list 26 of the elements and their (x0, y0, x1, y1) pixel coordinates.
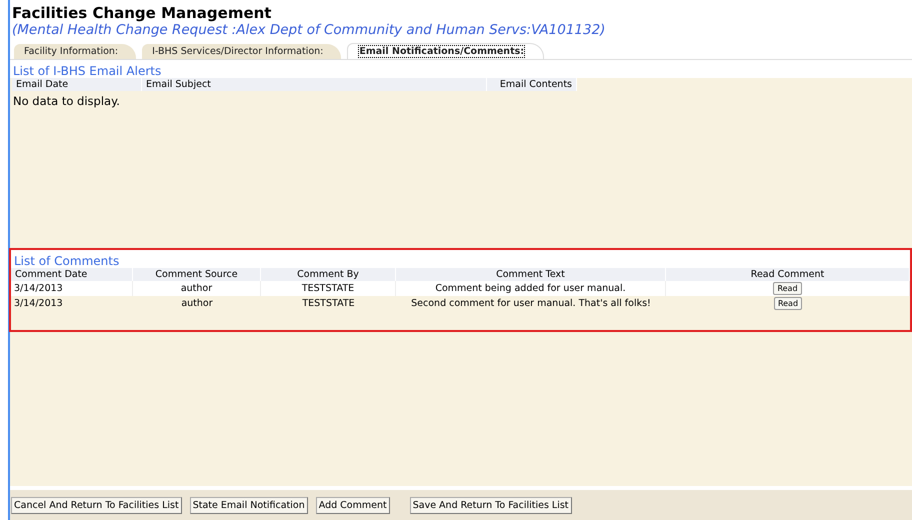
tab[interactable]: Email Notifications/Comments: (347, 43, 544, 59)
column-header: Comment Text (396, 268, 666, 281)
section-heading: List of I-BHS Email Alerts (12, 63, 162, 78)
section-heading: List of Comments (13, 253, 120, 268)
table-cell: Comment being added for user manual. (396, 281, 666, 296)
column-header: Read Comment (666, 268, 910, 281)
read-button[interactable]: Read (774, 297, 802, 310)
column-header: Email Date (12, 78, 142, 91)
column-header: Comment Source (133, 268, 261, 281)
request-subtitle: (Mental Health Change Request :Alex Dept of Community and Human Servs:VA101132) (11, 22, 606, 39)
table-cell: author (133, 281, 261, 296)
table-cell: 3/14/2013 (11, 281, 133, 296)
action-button[interactable]: Add Comment (316, 496, 390, 514)
action-button[interactable]: Save And Return To Facilities List (410, 496, 572, 514)
action-button[interactable]: Cancel And Return To Facilities List (11, 496, 182, 514)
page-title: Facilities Change Management (11, 3, 272, 22)
read-button[interactable]: Read (773, 282, 802, 295)
tab[interactable]: Facility Information: (14, 44, 136, 59)
column-header: Email Subject (142, 78, 487, 91)
tab[interactable]: I-BHS Services/Director Information: (142, 44, 342, 59)
empty-message: No data to display. (12, 93, 121, 110)
column-header: Comment By (261, 268, 396, 281)
column-header: Email Contents (487, 78, 577, 91)
column-header: Comment Date (11, 268, 133, 281)
action-button[interactable]: State Email Notification (190, 496, 308, 514)
table-cell: TESTSTATE (261, 281, 396, 296)
